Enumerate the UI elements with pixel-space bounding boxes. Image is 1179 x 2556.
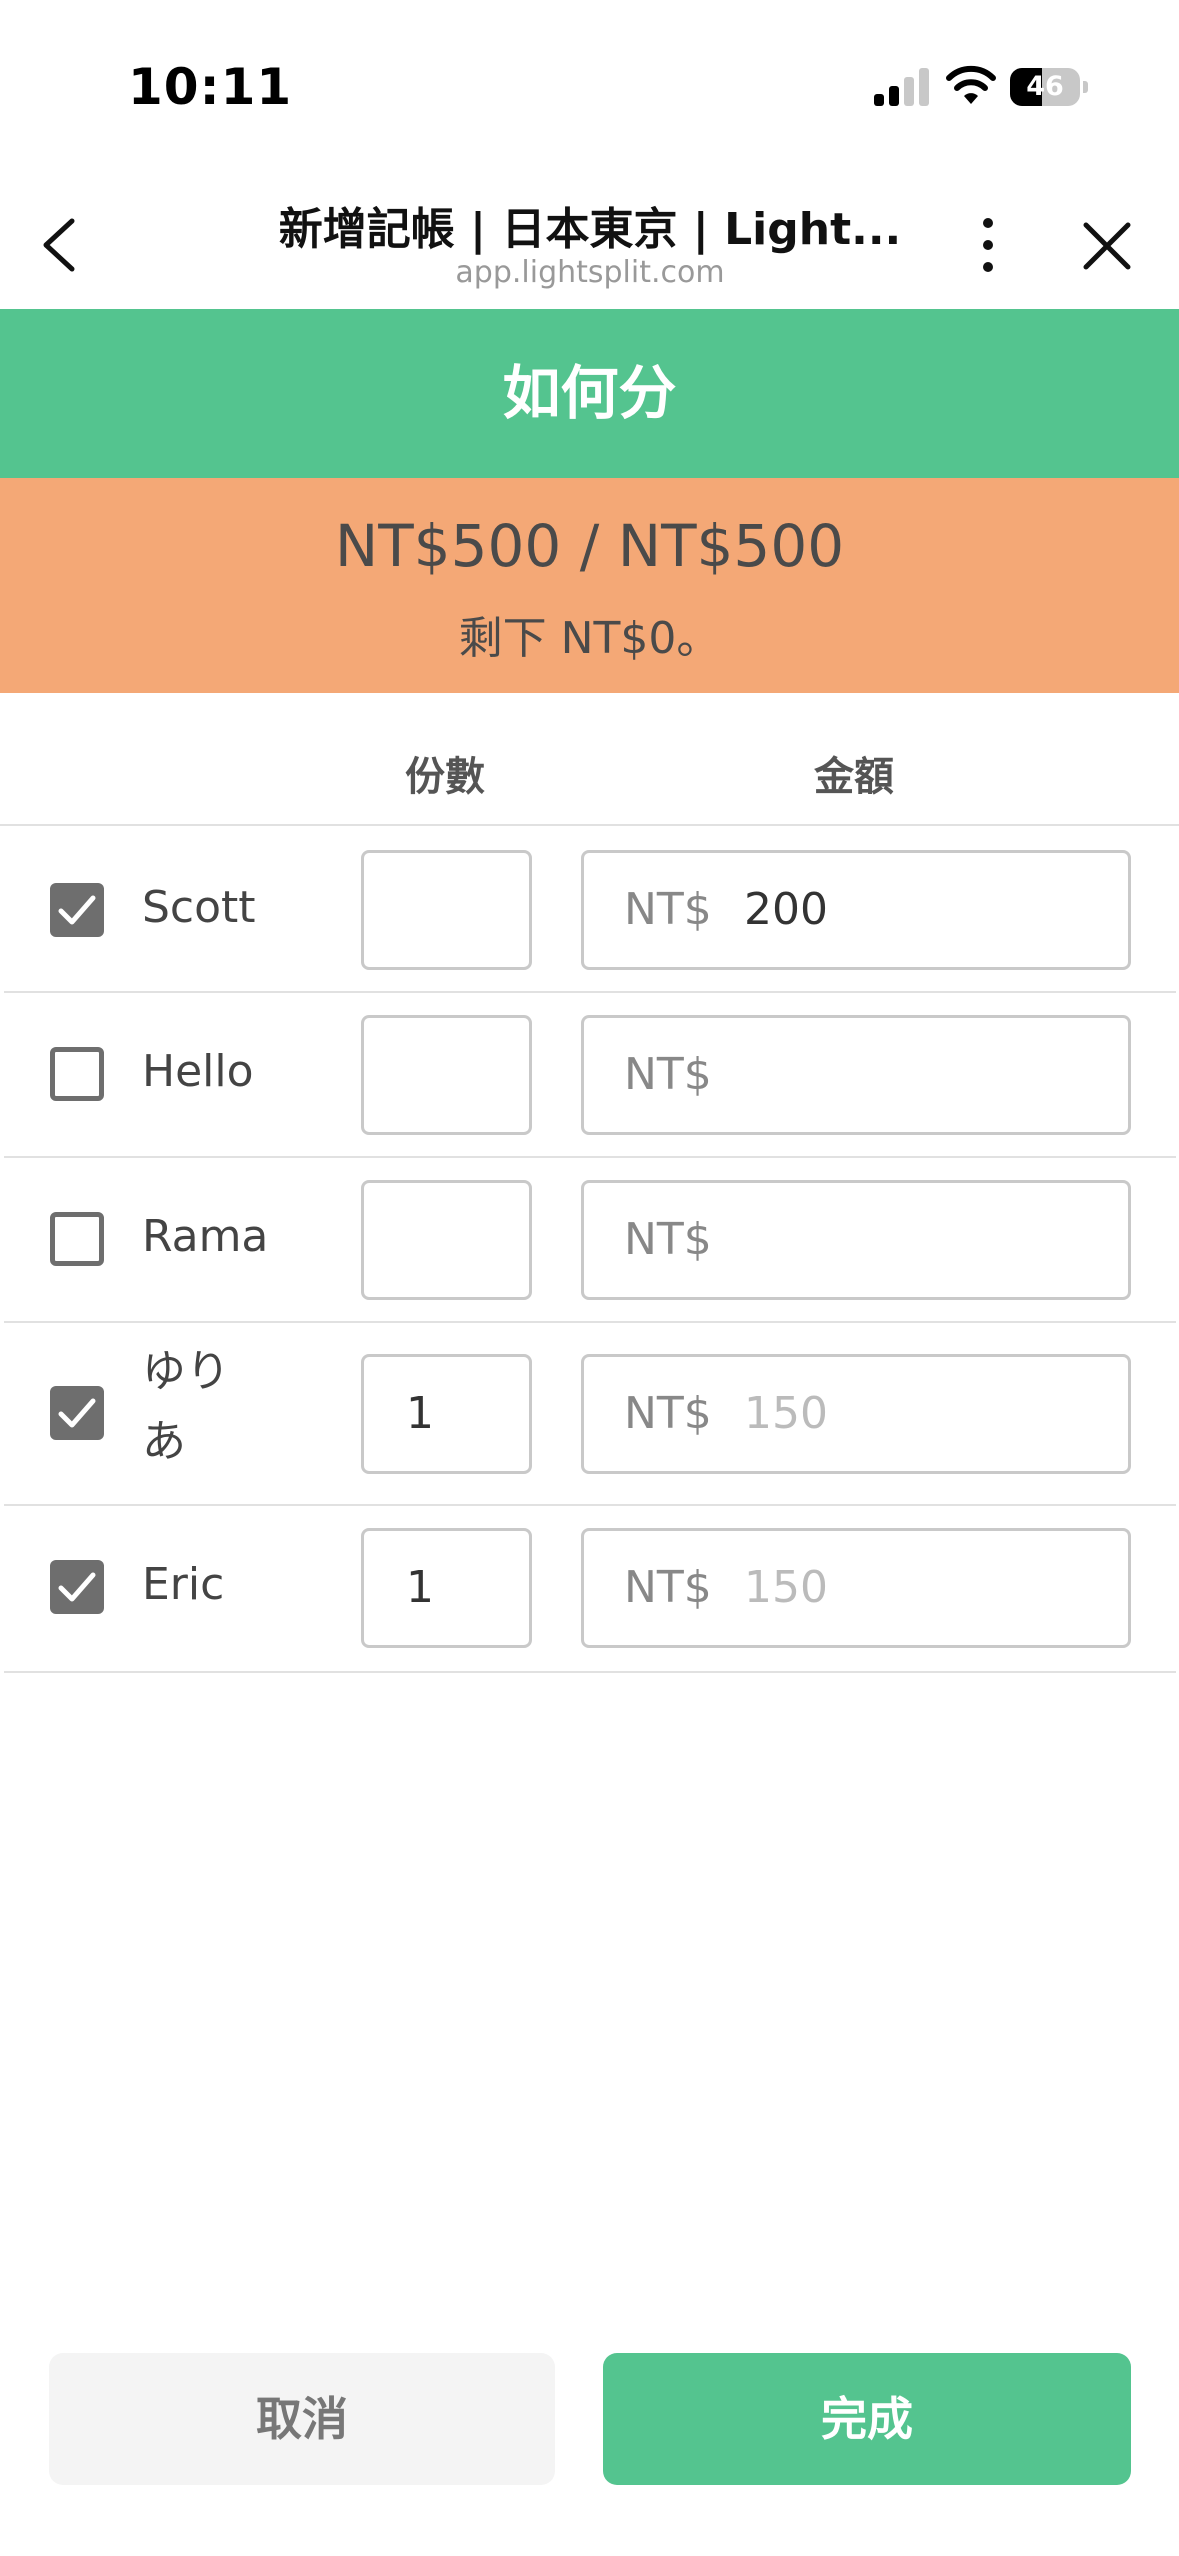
amount-value: 150 <box>744 1388 828 1439</box>
amount-input[interactable]: NT$ 150 <box>581 1528 1131 1648</box>
amount-value: 200 <box>744 884 828 935</box>
shares-input[interactable] <box>361 850 532 970</box>
shares-input[interactable] <box>361 1015 532 1135</box>
shares-input[interactable]: 1 <box>361 1354 532 1474</box>
participant-name: Rama <box>142 1211 269 1262</box>
participant-checkbox[interactable] <box>50 1212 104 1266</box>
split-summary: NT$500 / NT$500 剩下 NT$0。 <box>0 478 1179 693</box>
checkmark-icon <box>58 895 96 925</box>
currency-prefix: NT$ <box>624 1214 712 1265</box>
table-row: Rama NT$ <box>0 1156 1179 1323</box>
status-bar: 10:11 46 <box>0 0 1179 175</box>
amount-input[interactable]: NT$ 200 <box>581 850 1131 970</box>
battery-level: 46 <box>1026 71 1064 102</box>
participant-checkbox[interactable] <box>50 883 104 937</box>
participant-name: Scott <box>142 882 256 933</box>
amount-value: 150 <box>744 1562 828 1613</box>
cancel-button[interactable]: 取消 <box>49 2353 555 2485</box>
page-title: 新增記帳 | 日本東京 | Light... <box>278 204 902 255</box>
split-header: 如何分 <box>0 309 1179 478</box>
page-url: app.lightsplit.com <box>455 255 725 290</box>
split-total: NT$500 / NT$500 <box>334 512 845 580</box>
split-remaining: 剩下 NT$0。 <box>458 613 721 664</box>
more-vertical-icon[interactable] <box>968 213 1008 277</box>
chevron-left-icon[interactable] <box>36 215 86 275</box>
checkmark-icon <box>58 1572 96 1602</box>
status-time: 10:11 <box>128 58 293 116</box>
currency-prefix: NT$ <box>624 1388 712 1439</box>
participant-name: Eric <box>142 1559 225 1610</box>
amount-input[interactable]: NT$ <box>581 1015 1131 1135</box>
battery-icon: 46 <box>1010 68 1088 106</box>
shares-input[interactable]: 1 <box>361 1528 532 1648</box>
participant-checkbox[interactable] <box>50 1047 104 1101</box>
column-amount: 金額 <box>814 754 894 800</box>
participant-name: Hello <box>142 1046 254 1097</box>
close-icon[interactable] <box>1080 219 1134 273</box>
browser-nav: 新增記帳 | 日本東京 | Light... app.lightsplit.co… <box>0 175 1179 309</box>
shares-input[interactable] <box>361 1180 532 1300</box>
checkmark-icon <box>58 1398 96 1428</box>
currency-prefix: NT$ <box>624 1562 712 1613</box>
table-row: Hello NT$ <box>0 991 1179 1158</box>
table-row: ゆり あ 1 NT$ 150 <box>0 1321 1179 1506</box>
cellular-signal-icon <box>874 68 930 106</box>
amount-input[interactable]: NT$ 150 <box>581 1354 1131 1474</box>
participant-checkbox[interactable] <box>50 1386 104 1440</box>
participant-name-line1: ゆり <box>142 1346 230 1397</box>
participant-name-line2: あ <box>142 1416 186 1467</box>
column-shares: 份數 <box>405 754 485 800</box>
divider <box>4 1671 1176 1673</box>
currency-prefix: NT$ <box>624 1049 712 1100</box>
done-button[interactable]: 完成 <box>603 2353 1131 2485</box>
wifi-icon <box>946 65 996 104</box>
participant-checkbox[interactable] <box>50 1560 104 1614</box>
amount-input[interactable]: NT$ <box>581 1180 1131 1300</box>
table-row: Eric 1 NT$ 150 <box>0 1504 1179 1673</box>
currency-prefix: NT$ <box>624 884 712 935</box>
table-row: Scott NT$ 200 <box>0 826 1179 993</box>
